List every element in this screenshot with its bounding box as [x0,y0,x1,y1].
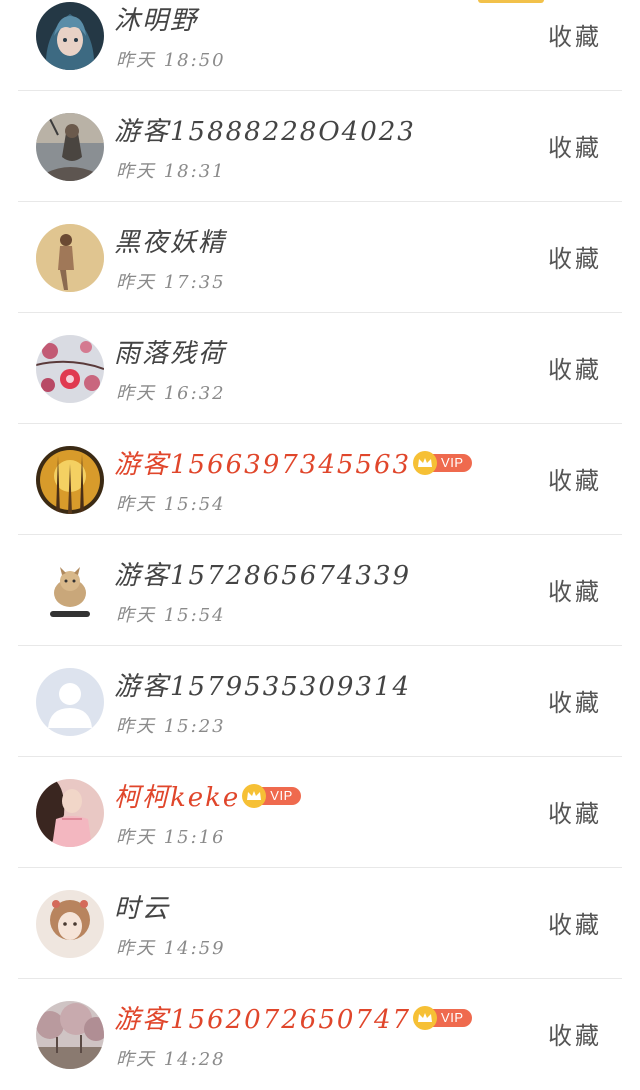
visit-time: 昨天 17:35 [116,272,226,293]
plum-blossom-avatar[interactable] [36,335,104,403]
figure-photo-avatar[interactable] [36,113,104,181]
list-item[interactable]: 游客1572865674339 昨天 15:54 收藏 [0,535,640,646]
visit-time: 昨天 15:54 [116,494,226,515]
favorite-button[interactable]: 收藏 [548,1016,602,1051]
username: 时云 [114,894,171,924]
autumn-forest-avatar[interactable] [36,446,104,514]
username: 游客1572865674339 [114,561,412,591]
visitor-list: 沐明野 昨天 18:50 收藏 游客15888228O4023 昨天 18:31… [0,0,640,1090]
visit-time: 昨天 15:16 [116,827,226,848]
anime-girl-avatar[interactable] [36,2,104,70]
favorite-button[interactable]: 收藏 [548,461,602,496]
favorite-button[interactable]: 收藏 [548,239,602,274]
favorite-button[interactable]: 收藏 [548,572,602,607]
list-item[interactable]: 雨落残荷 昨天 16:32 收藏 [0,313,640,424]
list-item[interactable]: 游客1562072650747 VIP 昨天 14:28 收藏 [0,979,640,1090]
list-item[interactable]: 黑夜妖精 昨天 17:35 收藏 [0,202,640,313]
username: 雨落残荷 [114,339,227,369]
favorite-button[interactable]: 收藏 [548,128,602,163]
visit-time: 昨天 16:32 [116,383,226,404]
visit-time: 昨天 14:28 [116,1049,226,1070]
username: 游客1562072650747 [114,1005,412,1035]
favorite-button[interactable]: 收藏 [548,905,602,940]
cherry-trees-avatar[interactable] [36,1001,104,1069]
list-item[interactable]: 时云 昨天 14:59 收藏 [0,868,640,979]
woman-photo-avatar[interactable] [36,224,104,292]
vip-badge: VIP [413,1005,472,1030]
username: 沐明野 [114,6,199,36]
username: 游客1579535309314 [114,672,412,702]
crown-icon [413,1005,438,1030]
crown-icon [242,783,267,808]
pink-dress-avatar[interactable] [36,779,104,847]
username: 游客15888228O4023 [114,117,416,147]
favorite-button[interactable]: 收藏 [548,350,602,385]
username: 柯柯keke [114,783,241,813]
favorite-button[interactable]: 收藏 [548,17,602,52]
list-item[interactable]: 游客1566397345563 VIP 昨天 15:54 收藏 [0,424,640,535]
username: 黑夜妖精 [114,228,227,258]
doll-avatar[interactable] [36,890,104,958]
visit-time: 昨天 15:54 [116,605,226,626]
default-person-avatar[interactable] [36,668,104,736]
visit-time: 昨天 15:23 [116,716,226,737]
crown-icon [413,450,438,475]
kitten-avatar[interactable] [36,557,104,625]
list-item[interactable]: 柯柯keke VIP 昨天 15:16 收藏 [0,757,640,868]
list-item[interactable]: 游客1579535309314 昨天 15:23 收藏 [0,646,640,757]
favorite-button[interactable]: 收藏 [548,794,602,829]
vip-badge: VIP [413,450,472,475]
visit-time: 昨天 14:59 [116,938,226,959]
username: 游客1566397345563 [114,450,412,480]
list-item[interactable]: 沐明野 昨天 18:50 收藏 [0,0,640,91]
visit-time: 昨天 18:31 [116,161,226,182]
favorite-button[interactable]: 收藏 [548,683,602,718]
visit-time: 昨天 18:50 [116,50,226,71]
vip-badge: VIP [242,783,301,808]
list-item[interactable]: 游客15888228O4023 昨天 18:31 收藏 [0,91,640,202]
